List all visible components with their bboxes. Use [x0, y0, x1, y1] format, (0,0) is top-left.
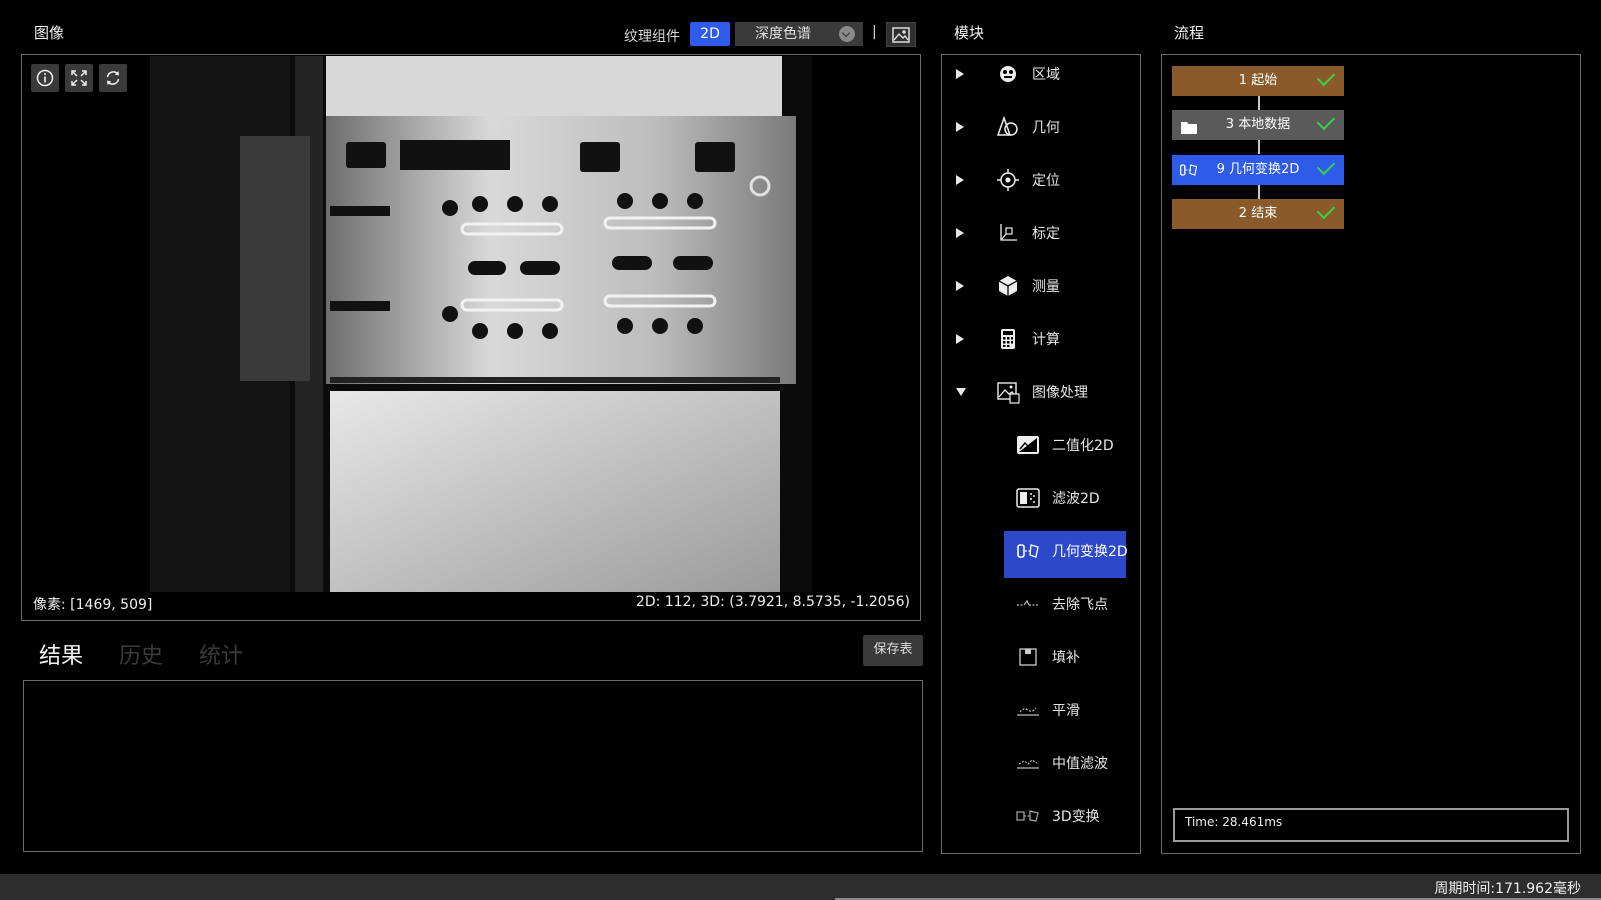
- check-icon: [1316, 200, 1336, 220]
- coord-readout: 2D: 112, 3D: (3.7921, 8.5735, -1.2056): [635, 594, 910, 610]
- submodule-smooth[interactable]: 平滑: [942, 683, 1140, 736]
- image-viewer[interactable]: 像素: [1469, 509] 2D: 112, 3D: (3.7921, 8.…: [21, 54, 921, 621]
- colormap-dropdown[interactable]: 深度色谱: [735, 22, 863, 46]
- measure-icon: [996, 274, 1020, 298]
- image-processing-icon: [996, 380, 1020, 404]
- submodule-geometric-transform[interactable]: 几何变换2D: [942, 524, 1140, 578]
- filter-icon: [1016, 486, 1040, 510]
- calculator-icon: [996, 327, 1020, 351]
- submodule-fill[interactable]: 填补: [942, 630, 1140, 683]
- module-label: 区域: [1032, 66, 1060, 83]
- submodule-filter[interactable]: 滤波2D: [942, 471, 1140, 524]
- geometric-transform-icon: [1178, 160, 1200, 192]
- module-label: 定位: [1032, 172, 1060, 189]
- submodule-label: 中值滤波: [1052, 756, 1108, 772]
- flow-node-label: 9 几何变换2D: [1216, 162, 1300, 177]
- submodule-label: 平滑: [1052, 703, 1080, 719]
- smooth-icon: [1016, 698, 1040, 722]
- module-label: 图像处理: [1032, 384, 1088, 401]
- chevron-down-icon: [839, 26, 855, 42]
- geometric-transform-icon: [1016, 539, 1040, 563]
- results-table: [23, 680, 923, 852]
- expand-arrow-icon: [956, 280, 964, 291]
- check-icon: [1316, 67, 1336, 87]
- cycle-time: 周期时间:171.962毫秒: [1434, 881, 1581, 897]
- module-calculate[interactable]: 计算: [942, 312, 1140, 365]
- modules-title: 模块: [954, 24, 985, 42]
- toolbar-separator: |: [872, 24, 877, 40]
- flow-time-box: Time: 28.461ms: [1173, 808, 1569, 842]
- flow-node-label: 3 本地数据: [1225, 117, 1291, 132]
- texture-label: 纹理组件: [624, 29, 680, 45]
- status-bar: 周期时间:171.962毫秒: [0, 874, 1601, 900]
- refresh-icon: [106, 71, 120, 85]
- collapse-arrow-icon: [956, 387, 966, 396]
- flow-connector: [1258, 185, 1260, 199]
- submodule-3d-transform[interactable]: 3D变换: [942, 789, 1140, 842]
- fill-icon: [1016, 645, 1040, 669]
- module-label: 计算: [1032, 331, 1060, 348]
- tab-results[interactable]: 结果: [39, 638, 83, 670]
- module-locate[interactable]: 定位: [942, 153, 1140, 206]
- submodule-remove-outliers[interactable]: 去除飞点: [942, 577, 1140, 630]
- flow-node-start[interactable]: 1 起始: [1172, 66, 1344, 96]
- transform-3d-icon: [1016, 804, 1040, 828]
- refresh-button[interactable]: [99, 64, 127, 92]
- flow-title: 流程: [1174, 24, 1205, 42]
- module-label: 标定: [1032, 225, 1060, 242]
- remove-outliers-icon: [1016, 592, 1040, 616]
- submodule-label: 填补: [1052, 650, 1080, 666]
- median-filter-icon: [1016, 751, 1040, 775]
- expand-arrow-icon: [956, 227, 964, 238]
- expand-arrow-icon: [956, 174, 964, 185]
- flow-node-label: 1 起始: [1238, 73, 1278, 88]
- mode-2d-button[interactable]: 2D: [690, 22, 730, 46]
- expand-arrow-icon: [956, 121, 964, 132]
- expand-arrow-icon: [956, 68, 964, 79]
- colormap-value: 深度色谱: [755, 26, 811, 42]
- binarize-icon: [1016, 433, 1040, 457]
- submodule-binarize[interactable]: 二值化2D: [942, 418, 1140, 471]
- flow-node-geometric-transform[interactable]: 9 几何变换2D: [1172, 155, 1344, 185]
- submodule-median-filter[interactable]: 中值滤波: [942, 736, 1140, 789]
- expand-arrow-icon: [956, 333, 964, 344]
- flow-node-local-data[interactable]: 3 本地数据: [1172, 110, 1344, 140]
- flow-node-label: 2 结束: [1238, 206, 1278, 221]
- flow-connector: [1258, 140, 1260, 154]
- module-calibrate[interactable]: 标定: [942, 206, 1140, 259]
- pixel-readout: 像素: [1469, 509]: [33, 597, 153, 613]
- fit-screen-icon: [71, 70, 87, 86]
- folder-icon: [1180, 117, 1198, 147]
- image-view-button[interactable]: [886, 22, 916, 47]
- modules-panel: 区域 几何 定位 标定 测量 计算 图像处理 二值化2D 滤波2D 几何变换2D…: [941, 54, 1141, 854]
- locate-icon: [996, 168, 1020, 192]
- tab-history[interactable]: 历史: [119, 638, 163, 670]
- calibrate-icon: [996, 221, 1020, 245]
- check-icon: [1316, 156, 1336, 176]
- flow-connector: [1258, 96, 1260, 110]
- submodule-label: 滤波2D: [1052, 491, 1100, 507]
- image-icon: [892, 26, 910, 43]
- fit-screen-button[interactable]: [65, 64, 93, 92]
- info-icon: [36, 69, 54, 87]
- module-region[interactable]: 区域: [942, 47, 1140, 100]
- submodule-label: 去除飞点: [1052, 597, 1108, 613]
- module-label: 几何: [1032, 119, 1060, 136]
- module-image-processing[interactable]: 图像处理: [942, 365, 1140, 418]
- image-panel-title: 图像: [34, 24, 65, 42]
- camera-image: [150, 56, 812, 592]
- tab-statistics[interactable]: 统计: [199, 638, 243, 670]
- submodule-label: 几何变换2D: [1052, 544, 1128, 560]
- check-icon: [1316, 111, 1336, 131]
- module-label: 测量: [1032, 278, 1060, 295]
- geometry-icon: [996, 115, 1020, 139]
- region-icon: [996, 62, 1020, 86]
- module-measure[interactable]: 测量: [942, 259, 1140, 312]
- info-button[interactable]: [31, 64, 59, 92]
- submodule-label: 3D变换: [1052, 809, 1100, 825]
- flow-node-end[interactable]: 2 结束: [1172, 199, 1344, 229]
- submodule-label: 二值化2D: [1052, 438, 1114, 454]
- module-geometry[interactable]: 几何: [942, 100, 1140, 153]
- save-table-button[interactable]: 保存表: [863, 635, 923, 666]
